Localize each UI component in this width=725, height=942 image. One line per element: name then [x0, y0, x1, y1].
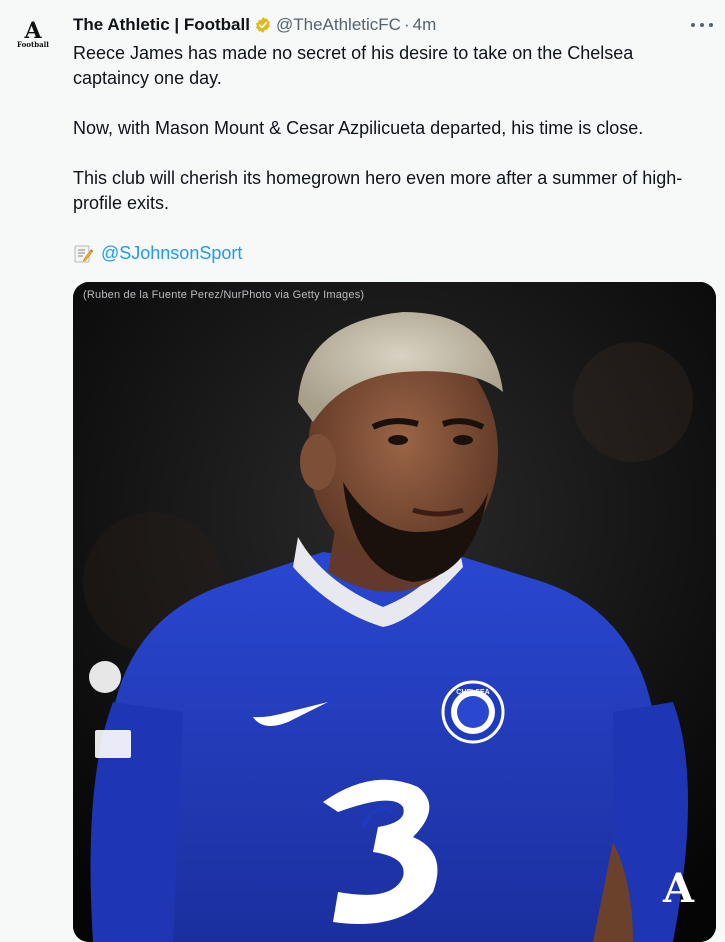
mention-link[interactable]: @SJohnsonSport	[101, 241, 242, 266]
more-options-icon[interactable]	[691, 16, 713, 34]
tweet[interactable]: A Football The Athletic | Football @TheA…	[0, 0, 725, 942]
verified-badge-icon[interactable]	[254, 16, 272, 34]
photo-credit: (Ruben de la Fuente Perez/NurPhoto via G…	[83, 289, 365, 301]
memo-icon	[73, 244, 94, 264]
separator-dot: ·	[403, 15, 410, 34]
avatar-logo-letter: A	[24, 18, 42, 44]
mention-line: @SJohnsonSport	[73, 241, 703, 266]
tweet-paragraph-2: Now, with Mason Mount & Cesar Azpilicuet…	[73, 118, 644, 138]
avatar-logo-subtitle: Football	[17, 40, 49, 49]
player-photo: CHELSEA	[73, 282, 716, 942]
avatar[interactable]: A Football	[12, 14, 54, 56]
tweet-header: The Athletic | Football @TheAthleticFC ·…	[73, 14, 436, 36]
athletic-watermark: A	[663, 865, 695, 912]
handle[interactable]: @TheAthleticFC	[276, 15, 401, 35]
tweet-media-image[interactable]: CHELSEA (Ruben de la Fuente Perez/NurPho…	[73, 282, 716, 942]
display-name[interactable]: The Athletic | Football	[73, 15, 250, 35]
tweet-paragraph-1: Reece James has made no secret of his de…	[73, 43, 634, 88]
tweet-text: Reece James has made no secret of his de…	[73, 41, 703, 266]
crest-text: CHELSEA	[456, 689, 489, 696]
timestamp[interactable]: 4m	[413, 15, 437, 35]
tweet-paragraph-3: This club will cherish its homegrown her…	[73, 168, 683, 213]
